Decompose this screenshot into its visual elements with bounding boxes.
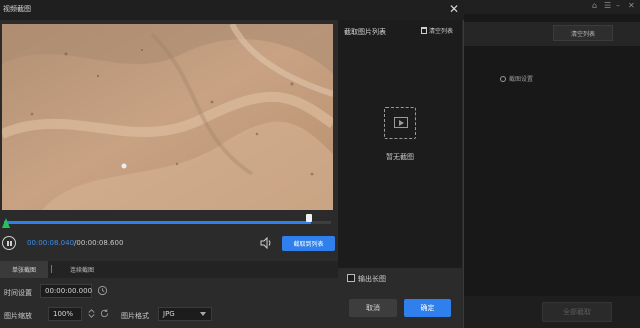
background-toolbar (464, 22, 640, 46)
format-label: 图片格式 (121, 312, 149, 320)
rotate-icon[interactable] (99, 308, 110, 319)
video-preview[interactable] (2, 24, 333, 210)
playhead-handle[interactable] (306, 214, 312, 222)
format-value: JPG (163, 310, 175, 318)
format-dropdown[interactable]: JPG (158, 307, 212, 321)
captured-image-list-panel (338, 20, 462, 268)
home-icon[interactable]: ⌂ (592, 1, 597, 10)
close-icon[interactable]: ✕ (449, 2, 459, 16)
progress-bar[interactable] (4, 221, 331, 224)
clear-list-button[interactable]: 清空列表 (421, 26, 453, 35)
ok-button[interactable]: 确定 (404, 299, 451, 317)
clear-list-label: 清空列表 (429, 28, 454, 35)
settings-icon (500, 75, 506, 82)
tab-continuous-capture[interactable]: 连续截图 (58, 261, 106, 278)
time-setting-label: 时间设置 (4, 289, 32, 297)
progress-fill (4, 221, 312, 224)
tab-single-capture[interactable]: 单张截图 (0, 261, 48, 278)
dialog-titlebar: 视频截图 ✕ (0, 0, 464, 20)
zoom-label: 图片缩放 (4, 312, 32, 320)
chevron-down-icon (200, 312, 206, 316)
volume-icon[interactable] (259, 236, 273, 250)
reset-time-icon[interactable] (97, 285, 108, 296)
background-capture-settings[interactable]: 截图设置 (500, 74, 533, 83)
zoom-input[interactable]: 100% (48, 307, 82, 321)
trash-icon (421, 27, 427, 34)
background-clear-list-button[interactable]: 清空列表 (553, 25, 613, 41)
capture-mode-tabs: 单张截图 连续截图 (0, 261, 338, 278)
long-image-checkbox[interactable] (347, 274, 355, 282)
tab-divider (51, 265, 52, 273)
menu-icon[interactable]: ☰ (604, 1, 611, 10)
desert-aerial-image (2, 24, 333, 210)
background-titlebar: ⌂ ☰ – ✕ (464, 0, 640, 14)
zoom-stepper-icon[interactable] (86, 308, 97, 319)
capture-to-list-button[interactable]: 截取到列表 (282, 236, 335, 251)
dialog-title: 视频截图 (3, 5, 31, 13)
time-setting-input[interactable]: 00:00:00.000 (40, 284, 92, 298)
empty-list-text: 暂无截图 (386, 153, 414, 161)
timecode: 00:00:08.040/00:00:08.600 (27, 239, 123, 247)
start-marker-handle[interactable] (2, 218, 10, 228)
capture-settings-label: 截图设置 (509, 76, 534, 83)
cancel-button[interactable]: 取消 (349, 299, 397, 317)
long-image-label: 输出长图 (358, 275, 386, 283)
total-time: 00:00:08.600 (76, 239, 124, 247)
empty-capture-icon (384, 107, 416, 139)
video-capture-dialog: 视频截图 ✕ 00:00:08.040/00:00:08.600 截取到列表 单… (0, 0, 464, 328)
capture-all-button[interactable]: 全部截取 (542, 302, 612, 322)
panel-title: 截取图片列表 (344, 28, 386, 36)
close-icon[interactable]: ✕ (628, 1, 635, 10)
minimize-icon[interactable]: – (616, 1, 620, 10)
current-time: 00:00:08.040 (27, 239, 75, 247)
pause-icon[interactable] (2, 236, 16, 250)
